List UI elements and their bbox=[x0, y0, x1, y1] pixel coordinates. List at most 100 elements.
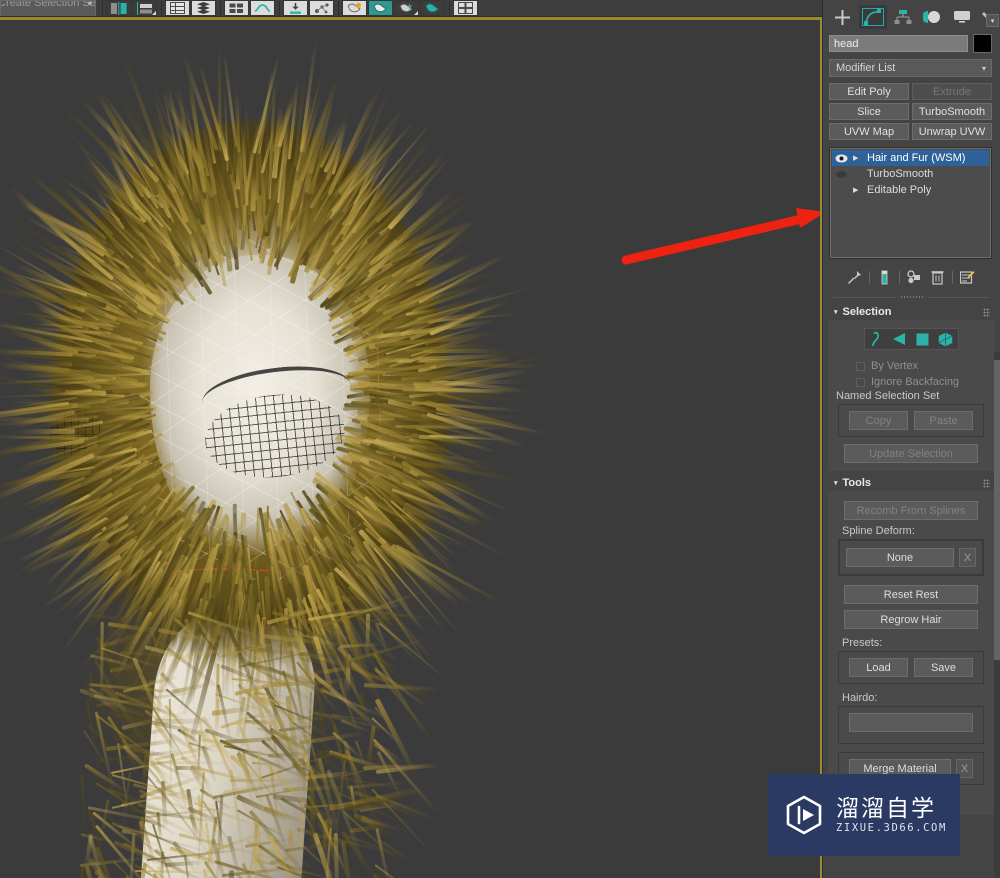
create-selection-set-dropdown[interactable]: Create Selection Set ▾ bbox=[0, 0, 96, 17]
modifier-button-edit-poly[interactable]: Edit Poly bbox=[829, 83, 909, 100]
flyout-indicator bbox=[329, 11, 333, 15]
by-vertex-checkbox[interactable] bbox=[856, 362, 865, 371]
hairdo-button[interactable] bbox=[849, 713, 973, 732]
create-tab[interactable] bbox=[829, 5, 857, 29]
hair-strand-layer bbox=[20, 90, 490, 878]
modifier-stack-toolbar bbox=[829, 267, 992, 287]
rollout-tools-header[interactable]: ▾ Tools bbox=[828, 475, 994, 491]
modifier-button-turbosmooth[interactable]: TurboSmooth bbox=[912, 103, 992, 120]
separator bbox=[952, 271, 953, 284]
modifier-button-uvw-map[interactable]: UVW Map bbox=[829, 123, 909, 140]
rollout-resize-handle[interactable] bbox=[833, 294, 990, 300]
pin-stack-icon[interactable] bbox=[846, 269, 863, 286]
align-icon[interactable] bbox=[132, 0, 157, 16]
recomb-from-splines-button[interactable]: Recomb From Splines bbox=[844, 501, 978, 520]
stack-item-label: TurboSmooth bbox=[867, 168, 933, 180]
rollout-selection-title: Selection bbox=[843, 306, 892, 318]
named-selection-set-group: Copy Paste bbox=[838, 404, 984, 437]
head-model bbox=[20, 90, 490, 878]
chevron-down-icon[interactable]: ▾ bbox=[986, 14, 999, 27]
curve-editor-icon[interactable] bbox=[250, 0, 275, 16]
presets-load-button[interactable]: Load bbox=[849, 658, 908, 677]
stack-item-turbosmooth[interactable]: TurboSmooth bbox=[832, 166, 989, 182]
schematic-view-icon[interactable] bbox=[283, 0, 308, 16]
eye-icon[interactable] bbox=[835, 154, 848, 163]
strand-level-icon[interactable] bbox=[913, 330, 932, 349]
expand-triangle-icon[interactable]: ▶ bbox=[853, 154, 862, 162]
modifier-button-set: Edit Poly Extrude Slice TurboSmooth UVW … bbox=[823, 77, 1000, 140]
eye-off-icon[interactable] bbox=[835, 170, 848, 179]
named-selection-set-label: Named Selection Set bbox=[836, 390, 988, 402]
spline-deform-pick-button[interactable]: None bbox=[846, 548, 954, 567]
modify-tab[interactable] bbox=[859, 5, 887, 29]
ignore-backfacing-label: Ignore Backfacing bbox=[871, 376, 959, 388]
chevron-down-icon: ▾ bbox=[834, 308, 838, 316]
spline-deform-clear-button[interactable]: X bbox=[959, 548, 976, 567]
stack-item-hair-and-fur[interactable]: ▶ Hair and Fur (WSM) bbox=[832, 150, 989, 166]
modifier-button-unwrap-uvw[interactable]: Unwrap UVW bbox=[912, 123, 992, 140]
modifier-list-dropdown[interactable]: Modifier List ▾ bbox=[829, 59, 992, 77]
flyout-indicator bbox=[303, 11, 307, 15]
scrollbar-thumb[interactable] bbox=[994, 360, 1000, 660]
spline-deform-label: Spline Deform: bbox=[842, 525, 988, 537]
configure-modifier-sets-icon[interactable] bbox=[959, 269, 976, 286]
motion-tab[interactable] bbox=[918, 5, 946, 29]
command-panel-tabs: ▾ bbox=[823, 0, 1000, 30]
command-panel: ▾ head Modifier List ▾ Edit Poly Extrude… bbox=[822, 0, 1000, 878]
surface-level-icon[interactable] bbox=[936, 330, 955, 349]
make-unique-icon[interactable] bbox=[906, 269, 923, 286]
hairdo-group bbox=[838, 706, 984, 744]
regrow-hair-button[interactable]: Regrow Hair bbox=[844, 610, 978, 629]
scene-explorer-icon[interactable] bbox=[191, 0, 216, 16]
presets-save-button[interactable]: Save bbox=[914, 658, 973, 677]
object-color-swatch[interactable] bbox=[973, 34, 992, 53]
ignore-backfacing-checkbox[interactable] bbox=[856, 378, 865, 387]
copy-button[interactable]: Copy bbox=[849, 411, 908, 430]
rollout-tools: ▾ Tools Recomb From Splines Spline Defor… bbox=[828, 475, 994, 815]
update-selection-button[interactable]: Update Selection bbox=[844, 444, 978, 463]
reset-rest-button[interactable]: Reset Rest bbox=[844, 585, 978, 604]
watermark-en-text: ZIXUE.3D66.COM bbox=[836, 822, 947, 834]
display-tab[interactable] bbox=[948, 5, 976, 29]
remove-modifier-icon[interactable] bbox=[929, 269, 946, 286]
create-selection-set-label: Create Selection Set bbox=[0, 0, 96, 9]
paste-button[interactable]: Paste bbox=[914, 411, 973, 430]
perspective-viewport[interactable] bbox=[0, 17, 822, 878]
by-vertex-row[interactable]: By Vertex bbox=[834, 358, 988, 374]
ribbon-icon[interactable] bbox=[224, 0, 249, 16]
object-name-row: head bbox=[823, 30, 1000, 53]
presets-label: Presets: bbox=[842, 637, 988, 649]
play-button-logo bbox=[784, 795, 824, 835]
flyout-indicator bbox=[414, 11, 418, 15]
red-arrow bbox=[620, 198, 822, 268]
toolbar-separator bbox=[449, 1, 450, 16]
grip-dots-icon bbox=[983, 308, 990, 317]
render-production-icon[interactable] bbox=[420, 0, 445, 16]
object-name-input[interactable]: head bbox=[829, 35, 968, 52]
expand-triangle-icon[interactable]: ▶ bbox=[853, 186, 862, 194]
mirror-icon[interactable] bbox=[106, 0, 131, 16]
guides-level-icon[interactable] bbox=[867, 330, 886, 349]
stack-item-editable-poly[interactable]: ▶ Editable Poly bbox=[832, 182, 989, 198]
chevron-down-icon: ▾ bbox=[834, 479, 838, 487]
clump-level-icon[interactable] bbox=[890, 330, 909, 349]
render-setup-icon[interactable] bbox=[368, 0, 393, 16]
layer-manager-icon[interactable] bbox=[165, 0, 190, 16]
rendered-frame-icon[interactable] bbox=[394, 0, 419, 16]
particle-view-icon[interactable] bbox=[309, 0, 334, 16]
hierarchy-tab[interactable] bbox=[889, 5, 917, 29]
show-end-result-icon[interactable] bbox=[876, 269, 893, 286]
material-editor-icon[interactable] bbox=[342, 0, 367, 16]
modifier-button-extrude[interactable]: Extrude bbox=[912, 83, 992, 100]
modifier-list-row: Modifier List ▾ bbox=[823, 53, 1000, 77]
modifier-stack[interactable]: ▶ Hair and Fur (WSM) TurboSmooth ▶ Edita… bbox=[829, 147, 992, 259]
command-panel-scrollbar[interactable] bbox=[994, 352, 1000, 878]
utilities-tab[interactable]: ▾ bbox=[978, 5, 998, 29]
grip-dots-icon bbox=[983, 479, 990, 488]
rollout-selection-header[interactable]: ▾ Selection bbox=[828, 304, 994, 320]
toolbar-separator bbox=[220, 1, 221, 16]
chevron-down-icon: ▾ bbox=[982, 64, 986, 73]
quad-view-icon[interactable] bbox=[453, 0, 478, 16]
ignore-backfacing-row[interactable]: Ignore Backfacing bbox=[834, 374, 988, 390]
modifier-button-slice[interactable]: Slice bbox=[829, 103, 909, 120]
